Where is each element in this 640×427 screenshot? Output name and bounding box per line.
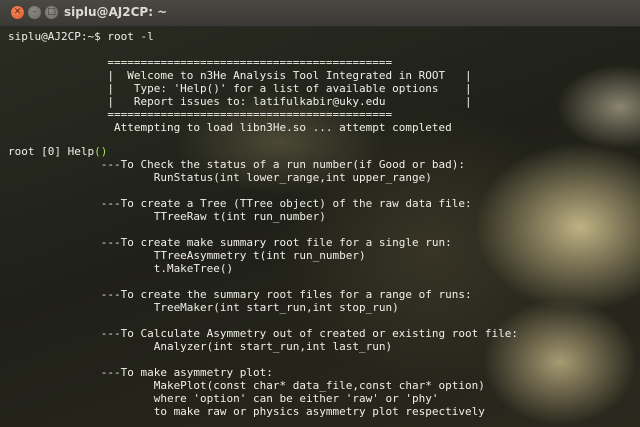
terminal-line: ---To create the summary root files for …	[8, 288, 472, 301]
minimize-icon: –	[32, 7, 37, 17]
title-bar[interactable]: ✕ – □ siplu@AJ2CP: ~	[0, 0, 640, 27]
terminal-line: t.MakeTree()	[8, 262, 234, 275]
terminal-line: where 'option' can be either 'raw' or 'p…	[8, 392, 439, 405]
maximize-icon: □	[47, 7, 56, 17]
close-icon: ✕	[13, 7, 22, 17]
terminal-window: ✕ – □ siplu@AJ2CP: ~ siplu@AJ2CP:~$ root…	[0, 0, 640, 427]
terminal-line: MakePlot(const char* data_file,const cha…	[8, 379, 485, 392]
terminal-line: TreeMaker(int start_run,int stop_run)	[8, 301, 399, 314]
terminal-line: ========================================…	[8, 108, 393, 121]
terminal-line: | Type: 'Help()' for a list of available…	[8, 82, 472, 95]
root-prompt: root [0] Help	[8, 145, 95, 158]
terminal-line: | Welcome to n3He Analysis Tool Integrat…	[8, 69, 472, 82]
terminal-line: ---To create make summary root file for …	[8, 236, 452, 249]
close-button[interactable]: ✕	[11, 6, 24, 19]
terminal-line: siplu@AJ2CP:~$ root -l	[8, 30, 154, 43]
terminal-line: TTreeAsymmetry t(int run_number)	[8, 249, 366, 262]
terminal-line: Analyzer(int start_run,int last_run)	[8, 340, 393, 353]
window-title: siplu@AJ2CP: ~	[64, 5, 168, 19]
terminal-line: | Report issues to: latifulkabir@uky.edu…	[8, 95, 472, 108]
terminal-line: ---To make asymmetry plot:	[8, 366, 273, 379]
terminal-line: ========================================…	[8, 56, 393, 69]
prompt-line: root [0] Help()	[8, 145, 107, 158]
terminal-line: to make raw or physics asymmetry plot re…	[8, 405, 485, 418]
terminal-line: ---To create a Tree (TTree object) of th…	[8, 197, 472, 210]
minimize-button[interactable]: –	[28, 6, 41, 19]
terminal-line: Attempting to load libn3He.so ... attemp…	[8, 121, 452, 134]
terminal-line: TTreeRaw t(int run_number)	[8, 210, 326, 223]
terminal-line: ---To Calculate Asymmetry out of created…	[8, 327, 518, 340]
terminal-line: RunStatus(int lower_range,int upper_rang…	[8, 171, 432, 184]
terminal-area[interactable]: siplu@AJ2CP:~$ root -l =================…	[0, 27, 640, 427]
maximize-button[interactable]: □	[45, 6, 58, 19]
help-parens: ()	[94, 145, 108, 158]
terminal-line: ---To Check the status of a run number(i…	[8, 158, 465, 171]
